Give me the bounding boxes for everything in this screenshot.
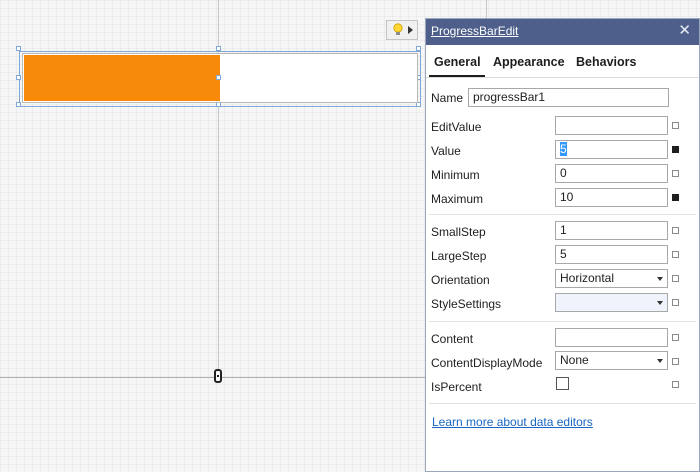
maximum-input[interactable]: 10 — [555, 188, 668, 207]
resize-handle-left[interactable] — [16, 75, 21, 80]
tab-general[interactable]: General — [434, 55, 481, 69]
smallstep-binding-marker[interactable] — [672, 227, 679, 234]
contentdisplaymode-dropdown[interactable]: None — [555, 351, 668, 370]
section-divider — [429, 321, 696, 322]
stylesettings-label: StyleSettings — [431, 297, 502, 311]
section-divider — [429, 214, 696, 215]
row-resize-grip[interactable] — [214, 369, 222, 383]
progress-bar-fill — [24, 55, 220, 101]
learn-more-link[interactable]: Learn more about data editors — [432, 415, 593, 429]
resize-handle-top-left[interactable] — [16, 46, 21, 51]
stylesettings-dropdown[interactable] — [555, 293, 668, 312]
orientation-selected: Horizontal — [560, 271, 615, 285]
tab-strip: General Appearance Behaviors — [426, 45, 699, 78]
orientation-binding-marker[interactable] — [672, 275, 679, 282]
ispercent-binding-marker[interactable] — [672, 381, 679, 388]
ispercent-label: IsPercent — [431, 380, 482, 394]
progress-center-handle[interactable] — [216, 75, 221, 80]
resize-handle-top-right[interactable] — [416, 46, 421, 51]
editvalue-label: EditValue — [431, 120, 482, 134]
alignment-guide-vertical-top — [486, 0, 487, 20]
ispercent-checkbox[interactable] — [556, 377, 569, 390]
stylesettings-binding-marker[interactable] — [672, 299, 679, 306]
content-label: Content — [431, 332, 474, 346]
smallstep-input[interactable]: 1 — [555, 221, 668, 240]
close-icon[interactable]: ✕ — [678, 23, 691, 39]
largestep-label: LargeStep — [431, 249, 487, 263]
chevron-down-icon — [657, 301, 663, 305]
maximum-binding-marker[interactable] — [672, 194, 679, 201]
value-binding-marker[interactable] — [672, 146, 679, 153]
tab-behaviors[interactable]: Behaviors — [576, 55, 636, 69]
value-label: Value — [431, 144, 461, 158]
contentdisplaymode-selected: None — [560, 353, 589, 367]
value-input-text: 5 — [560, 142, 567, 156]
smart-tag-button[interactable] — [386, 20, 418, 40]
maximum-label: Maximum — [431, 192, 484, 206]
resize-handle-top[interactable] — [216, 46, 221, 51]
resize-handle-bottom-left[interactable] — [16, 102, 21, 107]
chevron-down-icon — [657, 359, 663, 363]
section-divider — [429, 403, 696, 404]
lightbulb-icon — [393, 23, 403, 35]
value-input[interactable]: 5 — [555, 140, 668, 159]
minimum-input[interactable]: 0 — [555, 164, 668, 183]
active-tab-indicator — [429, 75, 485, 77]
largestep-input[interactable]: 5 — [555, 245, 668, 264]
name-label: Name — [431, 91, 464, 105]
content-input[interactable] — [555, 328, 668, 347]
contentdisplaymode-binding-marker[interactable] — [672, 358, 679, 365]
triangle-right-icon — [408, 26, 413, 34]
name-input[interactable]: progressBar1 — [468, 88, 669, 107]
orientation-dropdown[interactable]: Horizontal — [555, 269, 668, 288]
smallstep-label: SmallStep — [431, 225, 486, 239]
orientation-label: Orientation — [431, 273, 490, 287]
chevron-down-icon — [657, 277, 663, 281]
progressbar-edit-panel: ProgressBarEdit ✕ General Appearance Beh… — [425, 18, 700, 472]
panel-title[interactable]: ProgressBarEdit — [431, 24, 518, 38]
minimum-binding-marker[interactable] — [672, 170, 679, 177]
tab-appearance[interactable]: Appearance — [493, 55, 565, 69]
editvalue-binding-marker[interactable] — [672, 122, 679, 129]
minimum-label: Minimum — [431, 168, 480, 182]
editvalue-input[interactable] — [555, 116, 668, 135]
content-binding-marker[interactable] — [672, 334, 679, 341]
panel-header: ProgressBarEdit ✕ — [426, 19, 699, 45]
largestep-binding-marker[interactable] — [672, 251, 679, 258]
contentdisplaymode-label: ContentDisplayMode — [431, 356, 543, 370]
